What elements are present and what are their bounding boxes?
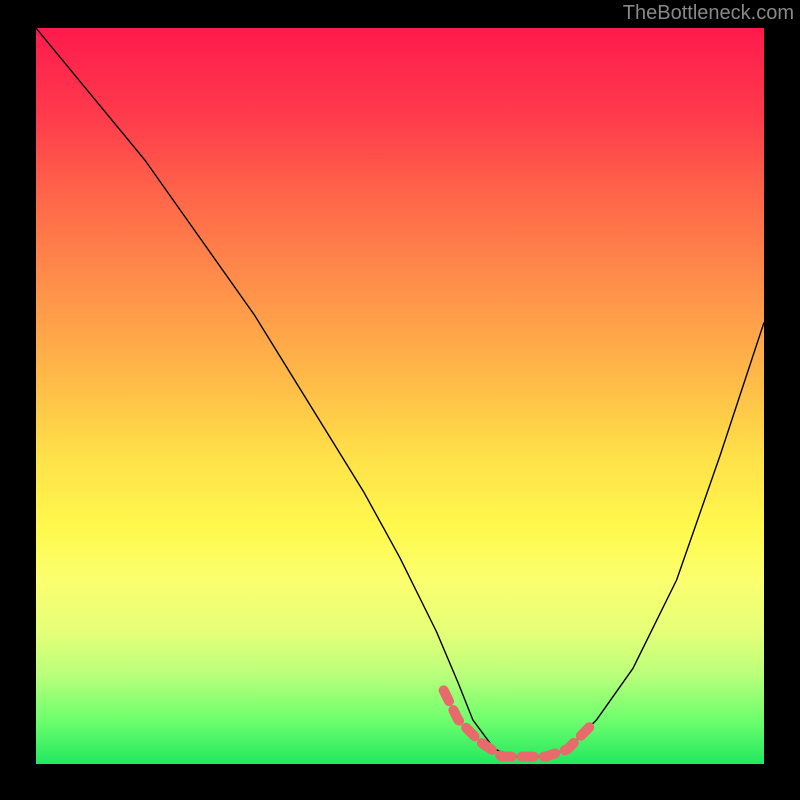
bottleneck-curve xyxy=(36,28,764,757)
chart-svg xyxy=(36,28,764,764)
watermark: TheBottleneck.com xyxy=(623,2,794,25)
chart-area xyxy=(36,28,764,764)
